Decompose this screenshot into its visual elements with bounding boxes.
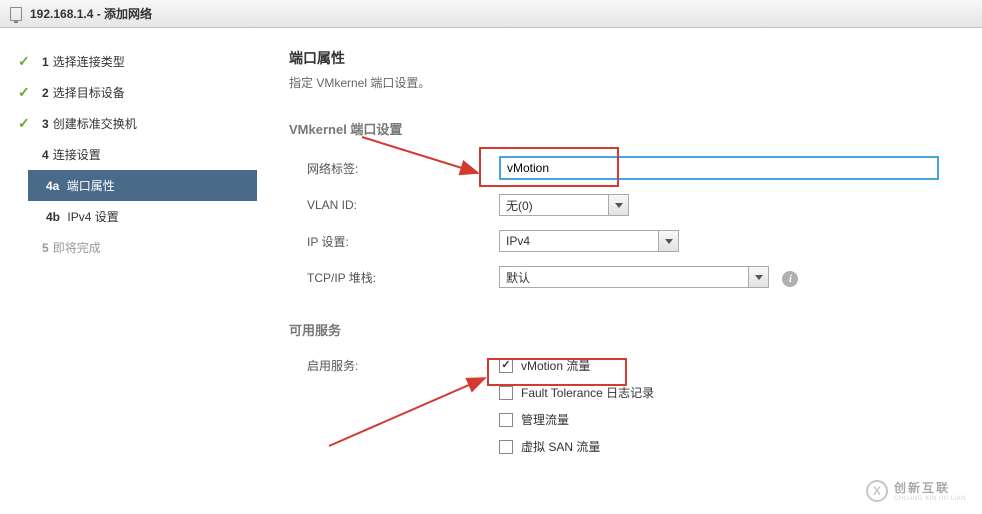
row-ip-settings: IP 设置: IPv4 — [289, 230, 958, 252]
row-network-label: 网络标签: — [289, 156, 958, 180]
watermark-pinyin: CHUANG XIN HU LIAN — [894, 496, 966, 502]
checkbox-label: Fault Tolerance 日志记录 — [521, 384, 654, 401]
step-label: 端口属性 — [67, 179, 115, 193]
select-value: 无(0) — [499, 194, 609, 216]
host-icon — [10, 7, 22, 21]
checkbox-label: 管理流量 — [521, 411, 569, 428]
check-icon: ✓ — [18, 115, 32, 132]
chevron-down-icon[interactable] — [659, 230, 679, 252]
step-connection-type[interactable]: ✓ 1 选择连接类型 — [0, 46, 265, 77]
checkbox-label: 虚拟 SAN 流量 — [521, 438, 600, 455]
label-tcpip-stack: TCP/IP 堆栈: — [289, 269, 499, 286]
row-enable-services: 启用服务: vMotion 流量 Fault Tolerance 日志记录 管理… — [289, 357, 958, 465]
step-label: 即将完成 — [53, 241, 101, 255]
wizard-container: ✓ 1 选择连接类型 ✓ 2 选择目标设备 ✓ 3 创建标准交换机 ✓ 4 连接设置 4… — [0, 28, 982, 514]
step-num: 2 — [42, 86, 49, 100]
select-value: IPv4 — [499, 230, 659, 252]
label-enable-services: 启用服务: — [289, 357, 499, 374]
step-ipv4-settings[interactable]: 4b IPv4 设置 — [0, 201, 265, 232]
step-label: 选择目标设备 — [53, 86, 125, 100]
step-num: 5 — [42, 241, 49, 255]
checkbox-icon[interactable] — [499, 386, 513, 400]
watermark: X 创新互联 CHUANG XIN HU LIAN — [858, 475, 974, 506]
info-icon[interactable]: i — [782, 271, 798, 287]
wizard-main: 端口属性 指定 VMkernel 端口设置。 VMkernel 端口设置 网络标… — [265, 28, 982, 514]
checkbox-icon[interactable] — [499, 359, 513, 373]
checkbox-icon[interactable] — [499, 440, 513, 454]
step-connection-settings[interactable]: ✓ 4连接设置 — [0, 139, 265, 170]
step-label: IPv4 设置 — [67, 210, 118, 224]
ip-settings-select[interactable]: IPv4 — [499, 230, 679, 252]
step-ready-to-complete: ✓ 5即将完成 — [0, 232, 265, 263]
step-label: 选择连接类型 — [53, 55, 125, 69]
service-management[interactable]: 管理流量 — [499, 411, 958, 428]
step-label: 连接设置 — [53, 148, 101, 162]
page-subtitle: 指定 VMkernel 端口设置。 — [289, 74, 958, 91]
watermark-logo-icon: X — [866, 480, 888, 502]
label-vlan-id: VLAN ID: — [289, 198, 499, 212]
section-vmkernel-title: VMkernel 端口设置 — [289, 119, 958, 138]
vlan-id-select[interactable]: 无(0) — [499, 194, 629, 216]
service-vmotion[interactable]: vMotion 流量 — [499, 357, 958, 374]
chevron-down-icon[interactable] — [749, 266, 769, 288]
step-label: 创建标准交换机 — [53, 117, 137, 131]
service-fault-tolerance[interactable]: Fault Tolerance 日志记录 — [499, 384, 958, 401]
section-services-title: 可用服务 — [289, 320, 958, 339]
watermark-brand: 创新互联 — [894, 479, 966, 496]
select-value: 默认 — [499, 266, 749, 288]
row-tcpip-stack: TCP/IP 堆栈: 默认 i — [289, 266, 958, 288]
step-num: 3 — [42, 117, 49, 131]
check-icon: ✓ — [18, 53, 32, 70]
network-label-input[interactable] — [499, 156, 939, 180]
window-title: 192.168.1.4 - 添加网络 — [30, 5, 152, 22]
wizard-sidebar: ✓ 1 选择连接类型 ✓ 2 选择目标设备 ✓ 3 创建标准交换机 ✓ 4 连接设置 4… — [0, 28, 265, 514]
chevron-down-icon[interactable] — [609, 194, 629, 216]
check-icon: ✓ — [18, 84, 32, 101]
step-num: 4b — [46, 210, 60, 224]
step-port-properties[interactable]: 4a 端口属性 — [28, 170, 257, 201]
service-vsan[interactable]: 虚拟 SAN 流量 — [499, 438, 958, 455]
checkbox-label: vMotion 流量 — [521, 357, 590, 374]
row-vlan-id: VLAN ID: 无(0) — [289, 194, 958, 216]
step-num: 1 — [42, 55, 49, 69]
titlebar: 192.168.1.4 - 添加网络 — [0, 0, 982, 28]
step-num: 4 — [42, 148, 49, 162]
step-create-vswitch[interactable]: ✓ 3 创建标准交换机 — [0, 108, 265, 139]
step-num: 4a — [46, 179, 59, 193]
label-network-label: 网络标签: — [289, 160, 499, 177]
label-ip-settings: IP 设置: — [289, 233, 499, 250]
step-target-device[interactable]: ✓ 2 选择目标设备 — [0, 77, 265, 108]
page-title: 端口属性 — [289, 48, 958, 68]
tcpip-stack-select[interactable]: 默认 — [499, 266, 769, 288]
checkbox-icon[interactable] — [499, 413, 513, 427]
